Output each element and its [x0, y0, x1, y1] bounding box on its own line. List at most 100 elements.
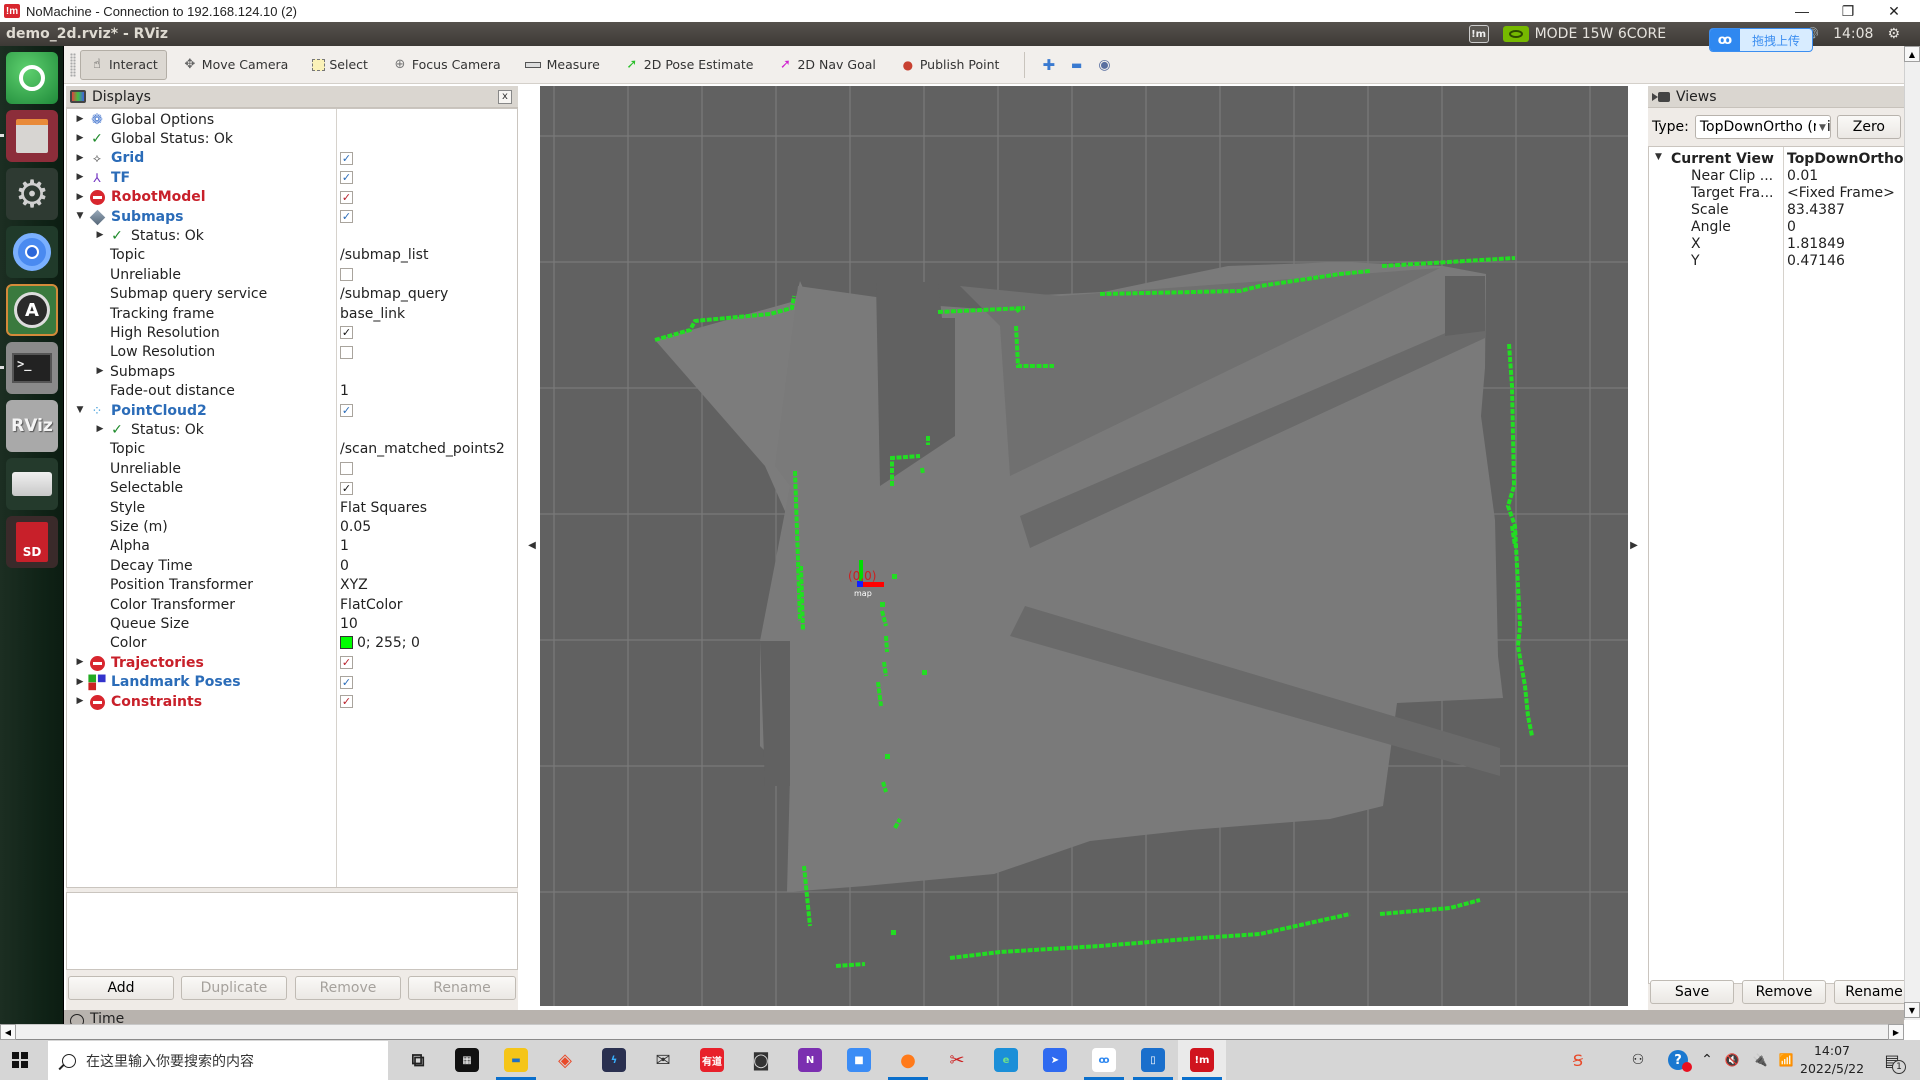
launcher-chromium[interactable]	[6, 226, 58, 278]
display-row-style[interactable]: Style Flat Squares	[67, 498, 517, 517]
taskbar-app-phone-link[interactable]: ▯	[1129, 1040, 1177, 1080]
tool-2d-pose-estimate[interactable]: ➚ 2D Pose Estimate	[615, 50, 763, 80]
taskbar-app-onenote[interactable]: N	[786, 1040, 834, 1080]
display-enabled-checkbox[interactable]	[340, 268, 353, 282]
expand-arrow-down-icon[interactable]: ▼	[1655, 152, 1662, 162]
expand-arrow-right-icon[interactable]: ▶	[75, 677, 85, 687]
save-view-button[interactable]: Save	[1650, 980, 1734, 1004]
current-view-tree[interactable]: ▼Current ViewTopDownOrtho ...Near Clip .…	[1648, 146, 1910, 984]
taskbar-app-app-red-diamond[interactable]: ◈	[541, 1040, 589, 1080]
display-row-value[interactable]: /scan_matched_points2	[340, 441, 505, 457]
upload-popup[interactable]: ꝏ 拖拽上传	[1709, 28, 1813, 52]
launcher-settings[interactable]: ⚙	[6, 168, 58, 220]
view-property-value[interactable]: TopDownOrtho ...	[1787, 151, 1909, 167]
view-property-value[interactable]: 83.4387	[1787, 202, 1909, 218]
display-row-global-status-ok[interactable]: ▶ ✓ Global Status: Ok	[67, 129, 517, 148]
taskbar-clock[interactable]: 14:07 2022/5/22	[1800, 1042, 1864, 1078]
display-row-value[interactable]: 0	[340, 558, 349, 574]
display-enabled-checkbox[interactable]: ✓	[340, 404, 353, 417]
display-enabled-checkbox[interactable]: ✓	[340, 151, 353, 165]
notification-center-icon[interactable]: ▤ 1	[1876, 1040, 1908, 1080]
launcher-files[interactable]	[6, 110, 58, 162]
taskbar-app-youdao[interactable]: 有道	[688, 1040, 736, 1080]
display-row-status-ok[interactable]: ▶ ✓ Status: Ok	[67, 226, 517, 245]
toolbar-grip[interactable]	[70, 52, 76, 77]
vertical-scrollbar[interactable]: ▲ ▼	[1904, 46, 1920, 1020]
display-enabled-checkbox[interactable]: ✓	[340, 171, 353, 185]
view-property-row[interactable]: X 1.81849	[1649, 236, 1909, 253]
display-row-value[interactable]: /submap_list	[340, 247, 428, 263]
display-row-color-transformer[interactable]: Color Transformer FlatColor	[67, 595, 517, 614]
zero-button[interactable]: Zero	[1836, 115, 1901, 139]
view-property-row[interactable]: ▼ Current View TopDownOrtho ...	[1649, 151, 1909, 168]
display-row-unreliable[interactable]: Unreliable	[67, 265, 517, 284]
tool-measure[interactable]: Measure	[516, 50, 609, 80]
display-row-trajectories[interactable]: ▶ Trajectories ✓	[67, 653, 517, 672]
display-row-value[interactable]: /submap_query	[340, 286, 448, 302]
tool-focus-camera[interactable]: ⊕ Focus Camera	[383, 50, 510, 80]
display-row-value[interactable]: 1	[340, 383, 349, 399]
expand-arrow-right-icon[interactable]: ▶	[75, 172, 85, 182]
display-enabled-checkbox[interactable]: ✓	[340, 656, 353, 670]
scroll-right-arrow[interactable]: ▶	[1888, 1024, 1904, 1040]
display-row-submaps[interactable]: ▼ Submaps ✓	[67, 207, 517, 226]
view-property-value[interactable]: <Fixed Frame>	[1787, 185, 1909, 201]
nomachine-indicator-icon[interactable]: !m	[1468, 25, 1489, 43]
display-enabled-checkbox[interactable]: ✓	[340, 326, 353, 340]
display-row-pointcloud2[interactable]: ▼ ⁘ PointCloud2 ✓	[67, 401, 517, 420]
column-divider[interactable]	[1783, 147, 1784, 983]
taskbar-search-box[interactable]: 在这里输入你要搜索的内容	[48, 1041, 388, 1080]
add-tool-button[interactable]: ✚	[1035, 50, 1062, 80]
rviz-3d-viewport[interactable]: (0,0) map	[540, 86, 1628, 1006]
display-row-low-resolution[interactable]: Low Resolution	[67, 343, 517, 362]
display-row-topic[interactable]: Topic/scan_matched_points2	[67, 440, 517, 459]
display-enabled-checkbox[interactable]: ✓	[340, 695, 353, 708]
display-enabled-checkbox[interactable]	[340, 462, 353, 476]
launcher-ubuntu-home[interactable]	[6, 52, 58, 104]
expand-arrow-right-icon[interactable]: ▶	[75, 192, 85, 202]
display-row-value[interactable]: 1	[340, 538, 349, 554]
display-row-submaps[interactable]: ▶ Submaps	[67, 362, 517, 381]
display-row-submap-query-service[interactable]: Submap query service/submap_query	[67, 285, 517, 304]
remove-view-button[interactable]: Remove	[1742, 980, 1826, 1004]
mute-icon[interactable]: 🔇	[1720, 1040, 1744, 1080]
expand-arrow-right-icon[interactable]: ▶	[75, 696, 85, 706]
display-row-unreliable[interactable]: Unreliable	[67, 459, 517, 478]
taskbar-app-snipping-tool[interactable]: ✂	[933, 1040, 981, 1080]
collapse-left-panel-button[interactable]: ◀	[526, 525, 538, 565]
launcher-rviz[interactable]: RViz	[6, 400, 58, 452]
panel-clock[interactable]: 14:08	[1833, 26, 1873, 42]
display-row-color[interactable]: Color 0; 255; 0	[67, 634, 517, 653]
display-row-high-resolution[interactable]: High Resolution ✓	[67, 323, 517, 342]
displays-close-button[interactable]: x	[498, 90, 512, 104]
taskbar-app-nomachine[interactable]: !m	[1178, 1040, 1226, 1080]
displays-tree[interactable]: ▶ ❁ Global Options ▶ ✓ Global Status: Ok ▶ ⟡ Gri…	[66, 108, 518, 888]
taskbar-app-task-view[interactable]: ⧉	[394, 1040, 442, 1080]
rename-display-button[interactable]: Rename	[408, 976, 516, 1000]
taskbar-app-camera[interactable]: ◙	[737, 1040, 785, 1080]
taskbar-app-firefox[interactable]: ●	[884, 1040, 932, 1080]
taskbar-app-feishu[interactable]: ➤	[1031, 1040, 1079, 1080]
display-row-position-transformer[interactable]: Position Transformer XYZ	[67, 576, 517, 595]
collapse-right-panel-button[interactable]: ▶	[1628, 525, 1640, 565]
expand-arrow-down-icon[interactable]: ▼	[75, 211, 85, 221]
display-row-value[interactable]: FlatColor	[340, 597, 403, 613]
display-row-value[interactable]: 0; 255; 0	[340, 635, 420, 651]
display-row-tracking-frame[interactable]: Tracking frame base_link	[67, 304, 517, 323]
display-row-status-ok[interactable]: ▶ ✓ Status: Ok	[67, 420, 517, 439]
settings-gear-icon[interactable]: ⚙	[1887, 26, 1900, 42]
expand-arrow-right-icon[interactable]: ▶	[75, 133, 85, 143]
help-alert-icon[interactable]: ?	[1664, 1040, 1692, 1080]
display-row-decay-time[interactable]: Decay Time 0	[67, 556, 517, 575]
taskbar-app-zoom[interactable]: ■	[835, 1040, 883, 1080]
display-enabled-checkbox[interactable]: ✓	[340, 210, 353, 223]
display-enabled-checkbox[interactable]: ✓	[340, 481, 353, 495]
minimize-button[interactable]: —	[1780, 0, 1824, 22]
people-icon[interactable]: ⚇	[1624, 1040, 1652, 1080]
display-row-value[interactable]: base_link	[340, 306, 405, 322]
tool-interact[interactable]: ☝ Interact	[80, 49, 167, 80]
view-property-row[interactable]: Y 0.47146	[1649, 253, 1909, 270]
windows-start-icon[interactable]	[12, 1052, 28, 1068]
view-property-value[interactable]: 0.47146	[1787, 253, 1909, 269]
display-row-fade-out-distance[interactable]: Fade-out distance 1	[67, 382, 517, 401]
